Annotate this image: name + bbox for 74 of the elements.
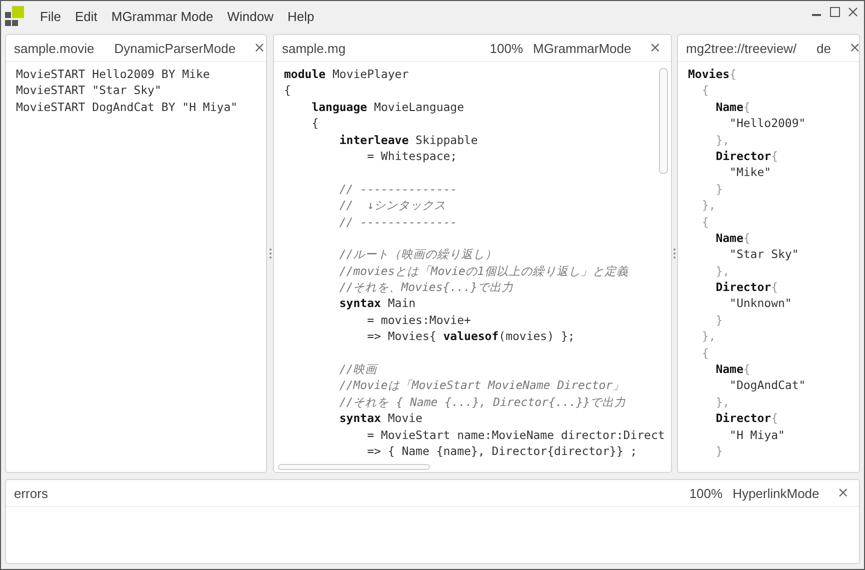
code-line: Name{ (714, 98, 752, 116)
code-line: //それを、Movies{...}で出力 (338, 279, 514, 296)
code-line: //ルート（映画の繰り返し） (338, 246, 498, 263)
code-line: //Movieは「MovieStart MovieName Director」 (338, 377, 626, 394)
horizontal-scrollbar[interactable] (278, 464, 430, 470)
code-line: language MovieLanguage (310, 98, 466, 116)
code-line: = MovieStart name:MovieName director:Direct (366, 426, 666, 443)
code-line: //映画 (338, 361, 380, 378)
code-line: module MoviePlayer (284, 66, 410, 82)
code-line: // ↓シンタックス (338, 197, 448, 214)
code-line: }, (700, 328, 717, 345)
code-line: MovieSTART "Star Sky" (16, 82, 162, 99)
code-line: { (700, 82, 710, 99)
code-line: "Mike" (728, 164, 772, 181)
mode-label: de (816, 40, 832, 56)
zoom-level: 100% (689, 486, 723, 500)
splitter-grip-icon[interactable] (673, 248, 676, 259)
pane-title: sample.movie (14, 40, 94, 56)
code-line: }, (714, 132, 731, 148)
code-line: "H Miya" (728, 426, 786, 443)
code-line: } (714, 442, 724, 460)
code-line: "Star Sky" (728, 246, 800, 263)
code-line: // -------------- (338, 214, 458, 230)
vertical-scrollbar[interactable] (659, 68, 668, 174)
menu-item[interactable]: Edit (74, 7, 98, 26)
maximize-icon[interactable] (830, 6, 840, 16)
mode-label: HyperlinkMode (732, 486, 820, 500)
code-line: "Hello2009" (728, 115, 807, 132)
splitter-grip-icon[interactable] (268, 248, 272, 259)
code-line: { (700, 214, 710, 230)
code-line: }, (714, 262, 731, 280)
pane-title: sample.mg (282, 40, 346, 56)
code-line: // -------------- (338, 180, 458, 198)
pane-title: mg2tree://treeview/ (686, 40, 797, 56)
code-line: Director{ (714, 410, 780, 427)
close-button[interactable]: × (835, 485, 851, 501)
code-line: syntax Main (338, 295, 417, 312)
code-line: }, (700, 197, 717, 214)
pane-title: errors (14, 486, 48, 500)
menu-item[interactable]: Window (226, 7, 274, 26)
zoom-level: 100% (490, 40, 524, 56)
code-line: syntax Movie (338, 410, 424, 427)
code-line: }, (714, 394, 731, 410)
code-line: Movies{ (688, 66, 738, 82)
code-line: Director{ (714, 148, 780, 164)
code-line: Director{ (714, 279, 780, 296)
code-line: MovieSTART DogAndCat BY "H Miya" (16, 98, 239, 116)
menu-item[interactable]: MGrammar Mode (110, 7, 214, 26)
code-line: = movies:Movie+ (366, 312, 472, 328)
code-line: //それを { Name {...}, Director{...}}で出力 (338, 394, 628, 410)
code-line: MovieSTART Hello2009 BY Mike (16, 66, 211, 82)
mode-label: MGrammarMode (533, 40, 632, 56)
close-button[interactable]: × (252, 40, 266, 56)
menu-item[interactable]: File (39, 7, 62, 26)
code-line: => { Name {name}, Director{director}} ; (366, 442, 638, 460)
code-line: "Unknown" (728, 295, 793, 312)
mode-label: DynamicParserMode (114, 40, 236, 56)
code-line: interleave Skippable (338, 132, 479, 148)
code-line: } (714, 312, 724, 328)
close-icon[interactable] (848, 6, 858, 16)
close-button[interactable]: × (847, 40, 859, 56)
code-line: => Movies{ valuesof(movies) }; (366, 328, 576, 345)
menu-item[interactable]: Help (286, 7, 316, 26)
code-line: Name{ (714, 230, 752, 246)
app-logo-icon (5, 6, 27, 28)
code-line: { (284, 82, 292, 99)
code-line: { (700, 344, 710, 362)
code-line: "DogAndCat" (728, 377, 807, 394)
code-line: } (714, 180, 724, 198)
code-line: //moviesとは「Movieの1個以上の繰り返し」と定義 (338, 262, 630, 280)
code-line: Name{ (714, 361, 752, 378)
code-line: { (310, 115, 320, 132)
code-line: = Whitespace; (366, 148, 458, 164)
close-button[interactable]: × (647, 40, 663, 56)
